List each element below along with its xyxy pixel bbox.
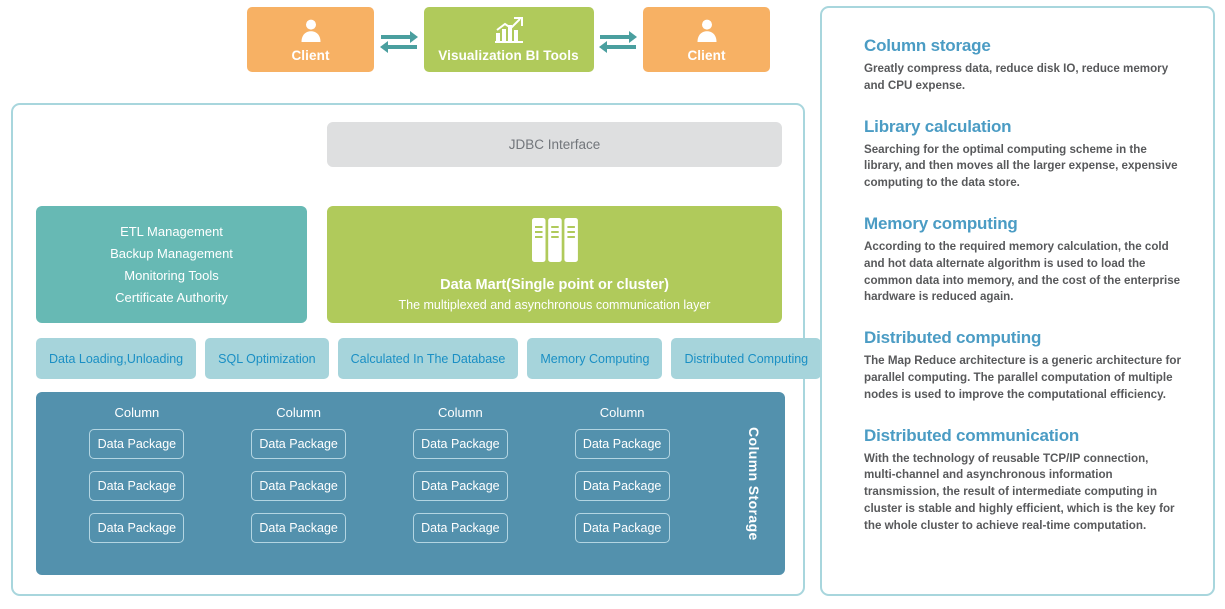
exchange-arrows-icon-left <box>376 27 422 53</box>
column-storage-panel: Column Data Package Data Package Data Pa… <box>36 392 785 575</box>
management-item: ETL Management <box>120 224 223 239</box>
data-package[interactable]: Data Package <box>89 513 185 543</box>
capability-chip-calculated-in-the-database[interactable]: Calculated In The Database <box>337 338 519 379</box>
server-racks-icon <box>531 217 579 268</box>
client-box-right[interactable]: Client <box>643 7 770 72</box>
jdbc-interface-label: JDBC Interface <box>508 137 601 152</box>
bar-chart-trend-icon <box>494 16 524 46</box>
feature-column-storage: Column storage Greatly compress data, re… <box>864 36 1183 95</box>
data-package[interactable]: Data Package <box>412 513 508 543</box>
data-mart-box: Data Mart(Single point or cluster) The m… <box>327 206 782 323</box>
column-group: Column Data Package Data Package Data Pa… <box>36 392 723 575</box>
exchange-arrows-icon-right <box>595 27 641 53</box>
data-package[interactable]: Data Package <box>251 513 347 543</box>
column-heading: Column <box>276 405 322 420</box>
management-item: Monitoring Tools <box>124 268 219 283</box>
data-package[interactable]: Data Package <box>412 471 508 501</box>
data-package[interactable]: Data Package <box>412 429 508 459</box>
feature-title: Distributed computing <box>864 328 1042 348</box>
feature-body: With the technology of reusable TCP/IP c… <box>864 451 1175 532</box>
client-left-label: Client <box>291 48 330 63</box>
capability-chip-memory-computing[interactable]: Memory Computing <box>527 338 663 379</box>
architecture-panel: JDBC Interface ETL Management Backup Man… <box>11 103 822 596</box>
data-package[interactable]: Data Package <box>574 471 670 501</box>
feature-title: Library calculation <box>864 116 1012 136</box>
chip-label: Distributed Computing <box>684 351 809 366</box>
storage-column: Column Data Package Data Package Data Pa… <box>574 405 670 543</box>
capability-chip-sql-optimization[interactable]: SQL Optimization <box>205 338 329 379</box>
feature-distributed-communication: Distributed communication With the techn… <box>864 426 1183 535</box>
chip-label: Data Loading,Unloading <box>49 351 184 366</box>
client-right-label: Client <box>687 48 726 63</box>
client-box-left[interactable]: Client <box>247 7 374 72</box>
capability-chip-distributed-computing[interactable]: Distributed Computing <box>671 338 822 379</box>
capability-chip-row: Data Loading,Unloading SQL Optimization … <box>36 338 822 379</box>
data-mart-title: Data Mart(Single point or cluster) <box>440 277 669 293</box>
feature-memory-computing: Memory computing According to the requir… <box>864 214 1183 306</box>
features-panel: Column storage Greatly compress data, re… <box>820 6 1215 596</box>
feature-body: The Map Reduce architecture is a generic… <box>864 354 1181 401</box>
management-item: Backup Management <box>110 246 233 261</box>
capability-chip-data-loading-unloading[interactable]: Data Loading,Unloading <box>36 338 197 379</box>
chip-label: Calculated In The Database <box>350 351 506 366</box>
feature-title: Memory computing <box>864 213 1018 233</box>
column-heading: Column <box>437 405 483 420</box>
jdbc-interface-bar[interactable]: JDBC Interface <box>327 122 782 167</box>
client-bi-flow-row: Client Visualization BI Tools Client <box>247 7 770 72</box>
data-package[interactable]: Data Package <box>574 429 670 459</box>
data-mart-subtitle: The multiplexed and asynchronous communi… <box>398 298 711 312</box>
feature-body: According to the required memory calcula… <box>864 239 1181 304</box>
column-storage-vertical-label: Column Storage <box>723 392 785 575</box>
chip-label: Memory Computing <box>540 351 650 366</box>
storage-column: Column Data Package Data Package Data Pa… <box>412 405 508 543</box>
storage-column: Column Data Package Data Package Data Pa… <box>251 405 347 543</box>
feature-body: Greatly compress data, reduce disk IO, r… <box>864 62 1169 92</box>
feature-title: Column storage <box>864 36 991 55</box>
bi-tools-label: Visualization BI Tools <box>438 48 579 63</box>
feature-body: Searching for the optimal computing sche… <box>864 142 1178 190</box>
visualization-bi-tools-box[interactable]: Visualization BI Tools <box>423 7 594 72</box>
feature-library-calculation: Library calculation Searching for the op… <box>864 117 1183 192</box>
data-package[interactable]: Data Package <box>89 429 185 459</box>
column-heading: Column <box>599 405 645 420</box>
data-package[interactable]: Data Package <box>251 429 347 459</box>
storage-column: Column Data Package Data Package Data Pa… <box>89 405 185 543</box>
data-package[interactable]: Data Package <box>251 471 347 501</box>
data-package[interactable]: Data Package <box>89 471 185 501</box>
column-heading: Column <box>114 405 160 420</box>
user-icon <box>298 17 324 46</box>
chip-label: SQL Optimization <box>218 351 316 366</box>
user-icon <box>694 17 720 46</box>
column-storage-label-text: Column Storage <box>746 426 762 541</box>
management-item: Certificate Authority <box>115 290 228 305</box>
feature-distributed-computing: Distributed computing The Map Reduce arc… <box>864 328 1183 403</box>
feature-title: Distributed communication <box>864 425 1080 445</box>
management-services-box: ETL Management Backup Management Monitor… <box>36 206 307 323</box>
data-package[interactable]: Data Package <box>574 513 670 543</box>
